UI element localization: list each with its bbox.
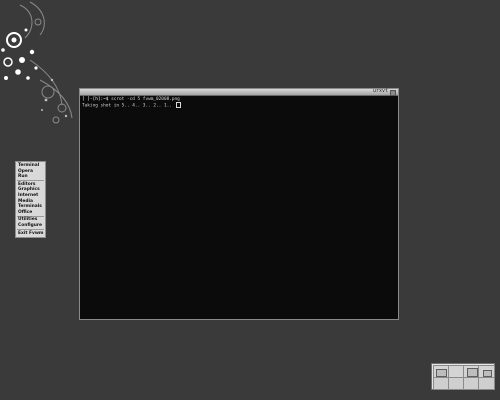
terminal-output[interactable]: [ ]-[h]:~$ scrot -cd 5 fvwm_02008.png Tak… xyxy=(82,97,396,317)
menu-item-office[interactable]: Office xyxy=(16,210,45,216)
desktop-pager[interactable] xyxy=(431,363,495,390)
pager-desktop-7[interactable] xyxy=(463,377,479,390)
terminal-title: urxvt xyxy=(372,88,388,94)
menu-item-terminals[interactable]: Terminals xyxy=(16,204,45,210)
terminal-line: Taking shot in 5.. 4.. 3.. 2.. 1.. xyxy=(82,102,396,109)
pager-window xyxy=(483,370,492,377)
menu-item-exit[interactable]: Exit Fvwm xyxy=(16,231,45,237)
close-icon[interactable] xyxy=(390,90,396,96)
pager-window xyxy=(467,368,478,377)
menu-item-run[interactable]: Run xyxy=(16,174,45,180)
pager-window xyxy=(436,369,447,377)
root-menu: Terminal Opera Run Editors Graphics Inte… xyxy=(15,161,46,239)
output-text: Taking shot in 5.. 4.. 3.. 2.. 1.. xyxy=(82,103,175,109)
pager-desktop-6[interactable] xyxy=(448,377,464,390)
floral-wallpaper-ornament xyxy=(1,1,73,124)
pager-desktop-8[interactable] xyxy=(478,377,495,390)
menu-item-configure[interactable]: Configure xyxy=(16,223,45,229)
command-text: scrot -cd 5 fvwm_02008.png xyxy=(108,97,180,102)
cursor-icon xyxy=(175,102,181,109)
shell-prompt: [ ]-[h]:~$ xyxy=(82,97,109,102)
terminal-titlebar[interactable]: urxvt xyxy=(80,88,398,96)
terminal-window[interactable]: urxvt [ ]-[h]:~$ scrot -cd 5 fvwm_02008.… xyxy=(79,88,399,320)
pager-desktop-5[interactable] xyxy=(433,377,449,390)
